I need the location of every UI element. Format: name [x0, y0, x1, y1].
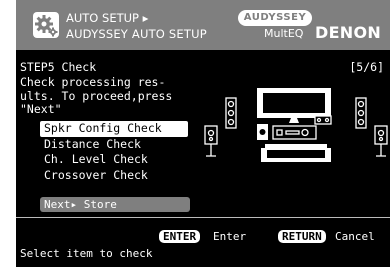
hint-text: Select item to check — [20, 247, 153, 260]
multeq-label: MultEQ — [264, 27, 304, 40]
check-menu: Spkr Config Check Distance Check Ch. Lev… — [40, 121, 188, 183]
brand-logo: DENON — [315, 23, 382, 42]
menu-item-distance[interactable]: Distance Check — [40, 137, 188, 153]
speaker-layout-diagram — [204, 88, 388, 162]
step-counter: [5/6] — [349, 60, 384, 74]
footer: ENTER Enter RETURN Cancel Select item to… — [16, 217, 390, 267]
gear-icon — [33, 12, 59, 38]
menu-item-level[interactable]: Ch. Level Check — [40, 152, 188, 168]
breadcrumb: AUTO SETUP ▸ — [66, 11, 149, 25]
return-key-badge[interactable]: RETURN — [278, 230, 326, 243]
page-title: AUDYSSEY AUTO SETUP — [66, 27, 207, 41]
header: AUTO SETUP ▸ AUDYSSEY AUTO SETUP AUDYSSE… — [16, 0, 390, 50]
enter-key-badge[interactable]: ENTER — [159, 230, 201, 243]
menu-item-crossover[interactable]: Crossover Check — [40, 168, 188, 184]
step-title: STEP5 Check — [20, 60, 97, 74]
enter-label: Enter — [213, 230, 247, 243]
front-right-speaker-icon — [355, 97, 367, 129]
next-store-button[interactable]: Next▸ Store — [40, 197, 190, 212]
audyssey-logo: AUDYSSEY — [238, 10, 312, 26]
return-label: Cancel — [335, 230, 375, 243]
screen: AUTO SETUP ▸ AUDYSSEY AUTO SETUP AUDYSSE… — [16, 0, 390, 267]
front-left-speaker-icon — [225, 97, 237, 129]
menu-item-spkr-config[interactable]: Spkr Config Check — [40, 121, 188, 137]
receiver-icon — [272, 125, 317, 140]
step-description: Check processing res- ults. To proceed,p… — [20, 75, 173, 116]
main-panel: STEP5 Check [5/6] Check processing res- … — [16, 50, 390, 217]
